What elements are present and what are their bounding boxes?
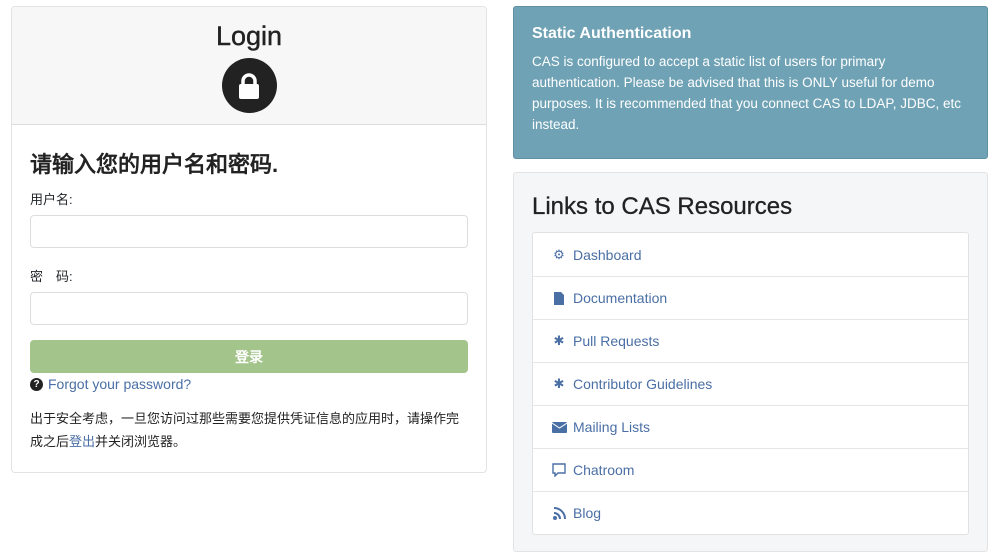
resources-title: Links to CAS Resources (532, 193, 969, 221)
link-label: Dashboard (573, 247, 642, 263)
logout-link[interactable]: 登出 (69, 434, 95, 449)
rss-icon (551, 507, 567, 520)
link-dashboard[interactable]: ⚙ Dashboard (533, 233, 968, 276)
bug-icon: ✱ (551, 333, 567, 349)
username-input[interactable] (30, 215, 468, 248)
static-auth-text: CAS is configured to accept a static lis… (532, 51, 969, 135)
link-documentation[interactable]: Documentation (533, 276, 968, 319)
note-text-end: 并关闭浏览器。 (95, 434, 186, 449)
link-blog[interactable]: Blog (533, 491, 968, 534)
comment-icon (551, 463, 567, 477)
login-header: Login (12, 7, 486, 125)
lock-icon (222, 58, 277, 113)
login-heading: 请输入您的用户名和密码. (30, 147, 468, 179)
password-input[interactable] (30, 292, 468, 325)
link-label: Documentation (573, 290, 667, 306)
link-label: Contributor Guidelines (573, 376, 712, 392)
envelope-icon (551, 422, 567, 433)
resources-list: ⚙Dashboard Documentation ✱Pull Requests … (532, 232, 969, 535)
file-icon (551, 292, 567, 305)
password-label: 密 码: (30, 266, 468, 286)
login-button[interactable]: 登录 (30, 340, 468, 373)
link-contributor-guidelines[interactable]: ✱ Contributor Guidelines (533, 362, 968, 405)
link-chatroom[interactable]: Chatroom (533, 448, 968, 491)
link-mailing-lists[interactable]: Mailing Lists (533, 405, 968, 448)
static-auth-alert: Static Authentication CAS is configured … (513, 6, 988, 159)
login-title: Login (12, 7, 486, 52)
gears-icon: ⚙ (551, 247, 567, 263)
resources-card: Links to CAS Resources ⚙ Dashboard Docume… (513, 172, 988, 552)
static-auth-title: Static Authentication (532, 25, 969, 43)
login-card: Login 请输入您的用户名和密码. 用户名: 密 码: 登录 ? Forgot… (11, 6, 487, 473)
link-label: Chatroom (573, 462, 634, 478)
forgot-password-link[interactable]: Forgot your password? (48, 376, 191, 392)
link-pull-requests[interactable]: ✱ Pull Requests (533, 319, 968, 362)
link-label: Mailing Lists (573, 419, 650, 435)
question-circle-icon: ? (30, 378, 43, 391)
username-label: 用户名: (30, 189, 468, 209)
security-note: 出于安全考虑，一旦您访问过那些需要您提供凭证信息的应用时，请操作完成之后登出并关… (30, 407, 468, 453)
link-label: Pull Requests (573, 333, 659, 349)
bug-icon: ✱ (551, 376, 567, 392)
link-label: Blog (573, 505, 601, 521)
